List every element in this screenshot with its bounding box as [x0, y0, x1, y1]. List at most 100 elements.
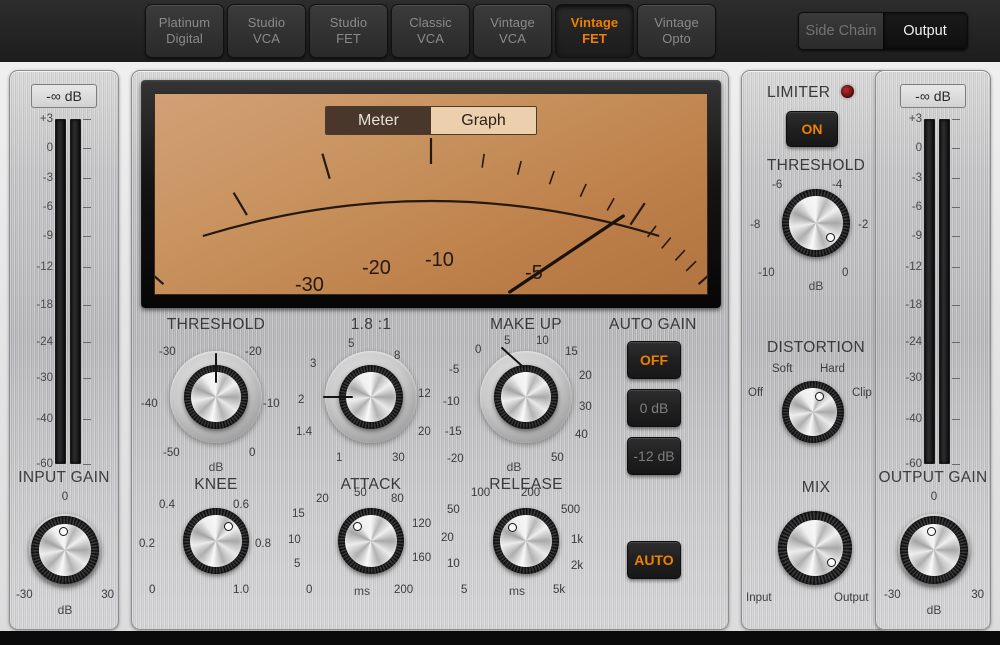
- model-button-vintage-opto[interactable]: Vintage Opto: [637, 4, 716, 58]
- model-button-platinum-digital[interactable]: Platinum Digital: [145, 4, 224, 58]
- distortion-label: DISTORTION: [766, 339, 866, 356]
- release-tick-50: 50: [447, 504, 460, 516]
- makeup-tick-5: 5: [504, 335, 511, 347]
- meter-tick-label: -3: [42, 171, 53, 184]
- knee-knob[interactable]: [183, 508, 249, 574]
- limiter-led-icon: [841, 85, 854, 98]
- knee-tick-0-2: 0.2: [139, 538, 155, 550]
- distortion-tick-soft: Soft: [772, 363, 793, 375]
- model-button-line2: VCA: [498, 31, 527, 46]
- mix-indicator: [827, 558, 836, 567]
- model-button-vintage-fet[interactable]: Vintage FET: [555, 4, 634, 58]
- makeup-knob-unit: MAKE UP -20 -15 -10 -5 0 5 10 15 20 30 4…: [443, 316, 601, 474]
- input-gain-strip: -∞ dB +3 0 -3 -6 -9 -12 -18 -24 -30 -40 -60 INPUT …: [9, 70, 119, 630]
- input-level-meter: +3 0 -3 -6 -9 -12 -18 -24 -30 -40 -60: [25, 113, 103, 470]
- attack-knob[interactable]: [338, 508, 404, 574]
- ratio-tick-5: 5: [348, 338, 355, 350]
- attack-tick-80: 80: [391, 493, 404, 505]
- model-button-line1: Studio: [329, 15, 368, 30]
- model-button-line1: Studio: [247, 15, 286, 30]
- input-gain-tick-top: 0: [61, 491, 69, 503]
- output-gain-tick-min: -30: [884, 589, 901, 601]
- model-button-line2: FET: [582, 31, 607, 46]
- model-button-line2: FET: [336, 31, 361, 46]
- view-toggle-output[interactable]: Output: [883, 13, 967, 49]
- input-gain-tick-min: -30: [16, 589, 33, 601]
- distortion-tick-hard: Hard: [820, 363, 845, 375]
- release-tick-1k: 1k: [571, 534, 584, 546]
- output-meter-ticks: [952, 119, 962, 465]
- distortion-unit: DISTORTION Off Soft Hard Clip: [742, 339, 890, 469]
- release-tick-20: 20: [441, 532, 454, 544]
- ratio-knob-unit: 1.8 :1 1.4 2 3 5 8 12 20 30 1: [296, 316, 446, 471]
- attack-tick-200: 200: [394, 584, 414, 596]
- ratio-value-label: 1.8 :1: [350, 316, 392, 333]
- auto-gain--12db-button[interactable]: -12 dB: [627, 437, 681, 475]
- limiter-tick--4: -4: [832, 179, 843, 191]
- knee-knob-unit: KNEE 0 0.2 0.4 0.6 0.8 1.0: [139, 476, 291, 606]
- top-toolbar: Platinum Digital Studio VCA Studio FET Classic…: [0, 0, 1000, 62]
- knee-tick-0-4: 0.4: [159, 499, 175, 511]
- output-meter-bar-right: [939, 119, 950, 464]
- meter-tick-label: -6: [42, 200, 53, 213]
- output-gain-indicator: [927, 527, 936, 536]
- threshold-unit: dB: [208, 460, 224, 474]
- limiter-tick--2: -2: [858, 219, 869, 231]
- attack-tick-10: 10: [288, 534, 301, 546]
- output-gain-knob[interactable]: [898, 514, 970, 586]
- makeup-tick--20: -20: [447, 453, 464, 465]
- meter-tick-label: -6: [911, 200, 922, 213]
- limiter-threshold-knob[interactable]: [782, 189, 850, 257]
- model-button-classic-vca[interactable]: Classic VCA: [391, 4, 470, 58]
- mix-unit: MIX Input Output: [742, 479, 890, 619]
- model-button-line1: Platinum: [158, 15, 211, 30]
- input-gain-label: INPUT GAIN: [18, 469, 110, 486]
- mix-tick-input: Input: [746, 592, 772, 604]
- model-button-vintage-vca[interactable]: Vintage VCA: [473, 4, 552, 58]
- release-knob[interactable]: [493, 508, 559, 574]
- meter-tick-label: -9: [911, 230, 922, 243]
- vu-label--30: -30: [295, 274, 324, 295]
- threshold-label: THRESHOLD: [166, 316, 266, 333]
- output-gain-strip: -∞ dB +3 0 -3 -6 -9 -12 -18 -24 -30 -40 -60 OUTPUT…: [875, 70, 991, 630]
- distortion-knob[interactable]: [782, 381, 844, 443]
- limiter-on-button[interactable]: ON: [786, 111, 838, 147]
- makeup-label: MAKE UP: [490, 316, 562, 333]
- makeup-tick--15: -15: [445, 426, 462, 438]
- limiter-tick--10: -10: [758, 267, 775, 279]
- attack-tick-15: 15: [292, 508, 305, 520]
- threshold-knob[interactable]: [170, 351, 262, 443]
- limiter-threshold-unit: THRESHOLD -10 -8 -6 -4 -2 0 dB: [742, 157, 890, 293]
- limiter-threshold-unit-label: dB: [808, 279, 824, 293]
- meter-tick-label: -30: [36, 371, 53, 384]
- threshold-tick--20: -20: [245, 346, 262, 358]
- input-gain-unit: dB: [57, 603, 73, 617]
- threshold-tick--50: -50: [163, 447, 180, 459]
- auto-button[interactable]: AUTO: [627, 541, 681, 579]
- limiter-threshold-label: THRESHOLD: [766, 157, 866, 174]
- ratio-knob[interactable]: [323, 351, 417, 443]
- makeup-tick-15: 15: [565, 346, 578, 358]
- auto-gain-off-button[interactable]: OFF: [627, 341, 681, 379]
- output-gain-tick-max: 30: [971, 589, 984, 601]
- auto-gain-0db-button[interactable]: 0 dB: [627, 389, 681, 427]
- ratio-tick-12: 12: [418, 388, 431, 400]
- meter-tick-label: -3: [911, 171, 922, 184]
- knee-indicator: [224, 522, 233, 531]
- input-gain-knob[interactable]: [29, 514, 101, 586]
- makeup-knob[interactable]: [480, 346, 572, 443]
- mix-tick-output: Output: [834, 592, 869, 604]
- makeup-tick-40: 40: [575, 429, 588, 441]
- meter-tick-label: -30: [905, 371, 922, 384]
- mix-knob[interactable]: [778, 511, 852, 585]
- model-button-studio-fet[interactable]: Studio FET: [309, 4, 388, 58]
- view-toggle-side-chain[interactable]: Side Chain: [799, 13, 883, 49]
- meter-tick-label: -18: [36, 299, 53, 312]
- output-meter-scale: +3 0 -3 -6 -9 -12 -18 -24 -30 -40 -60: [894, 113, 922, 470]
- attack-tick-160: 160: [412, 552, 432, 564]
- ratio-tick-30: 30: [392, 452, 405, 464]
- meter-tick-label: -12: [36, 261, 53, 274]
- model-button-studio-vca[interactable]: Studio VCA: [227, 4, 306, 58]
- output-meter-bar-left: [924, 119, 935, 464]
- ratio-tick-1-4: 1.4: [296, 426, 312, 438]
